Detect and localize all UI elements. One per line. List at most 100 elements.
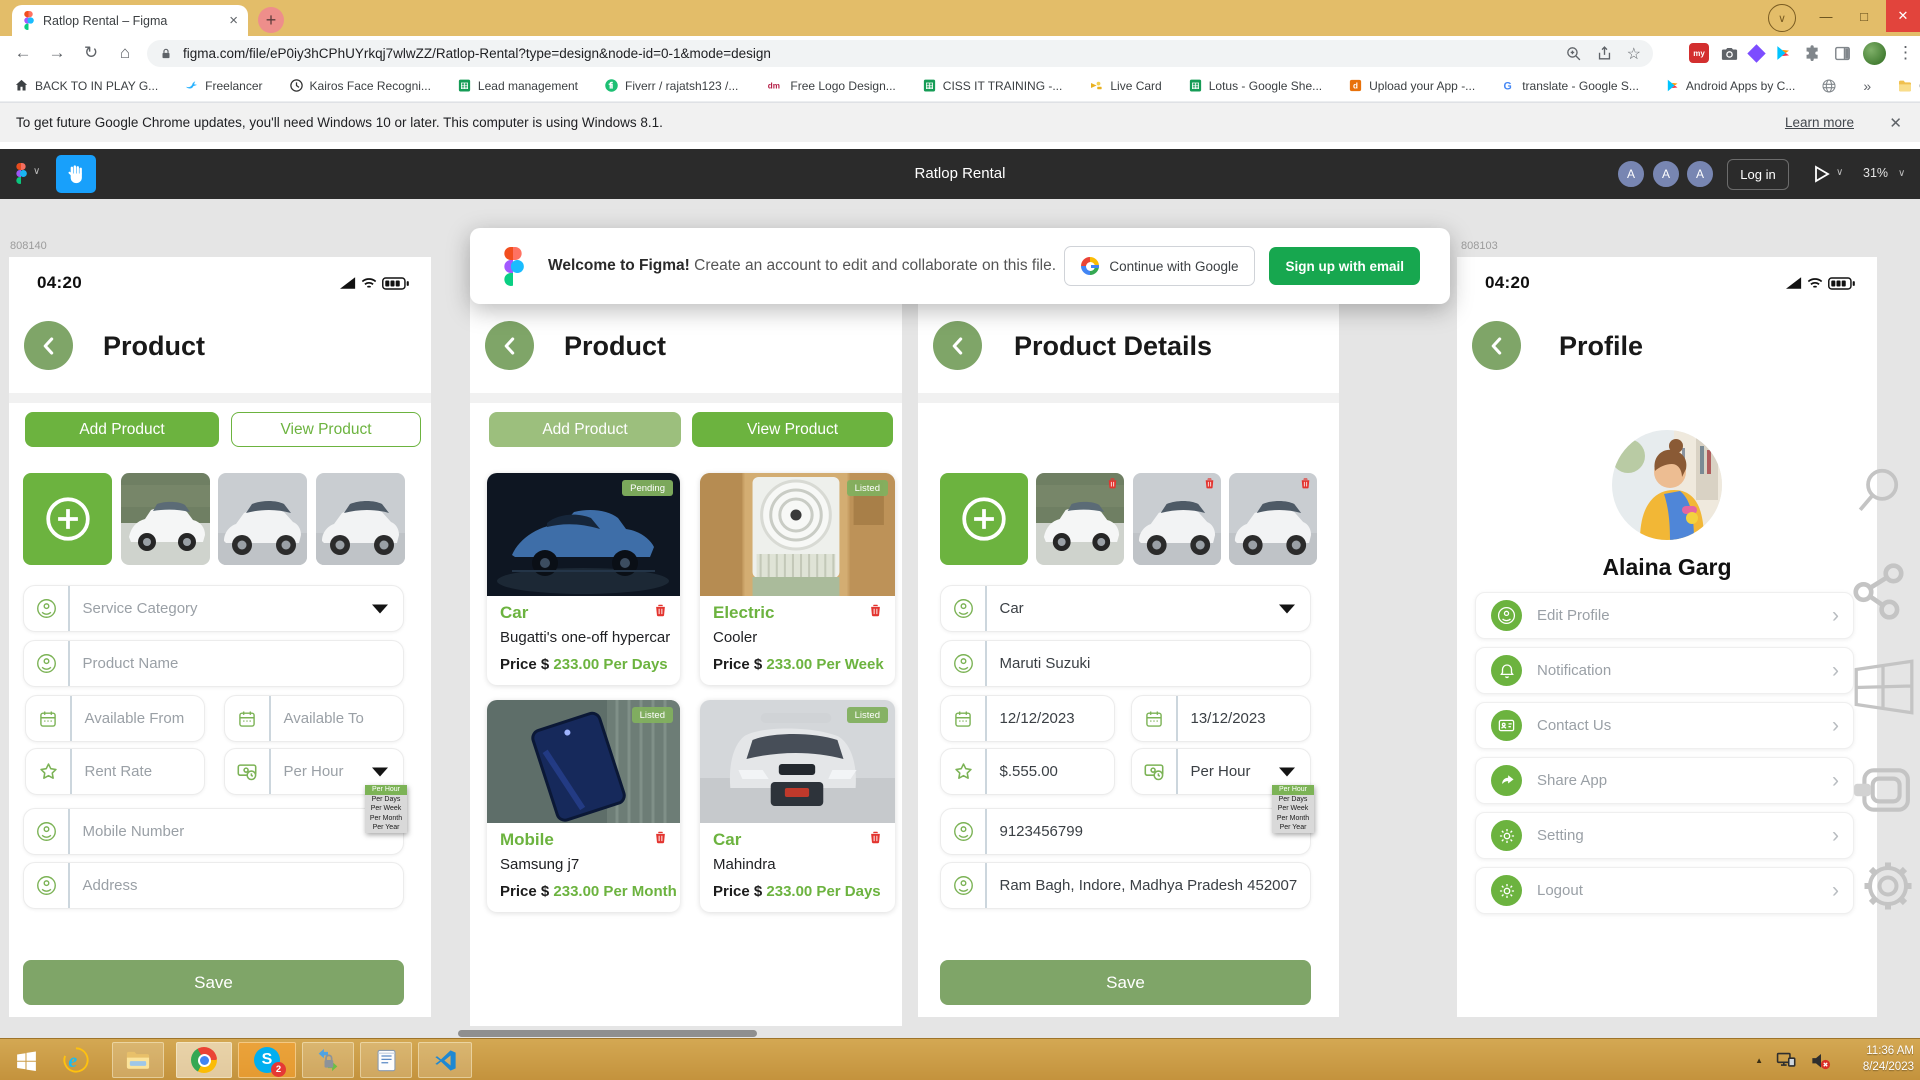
delete-photo-icon[interactable] bbox=[1299, 476, 1312, 490]
menu-item-share-app[interactable]: Share App › bbox=[1475, 757, 1854, 804]
back-button[interactable] bbox=[933, 321, 982, 370]
extension-camera-icon[interactable] bbox=[1720, 44, 1739, 63]
add-image-tile[interactable] bbox=[23, 473, 112, 565]
bookmark-globe-icon[interactable] bbox=[1821, 78, 1837, 94]
product-card[interactable]: Listed Car Mahindra Price $ 233.00 Per D… bbox=[700, 700, 895, 912]
taskbar-clock[interactable]: 11:36 AM 8/24/2023 bbox=[1863, 1043, 1914, 1075]
menu-item-contact-us[interactable]: Contact Us › bbox=[1475, 702, 1854, 749]
delete-icon[interactable] bbox=[868, 602, 883, 618]
product-photo[interactable] bbox=[121, 473, 210, 565]
address-input[interactable]: Address bbox=[23, 862, 404, 909]
dropdown-option[interactable]: Per Hour bbox=[1272, 785, 1314, 795]
taskbar-chrome[interactable] bbox=[176, 1042, 232, 1078]
mobile-number-input[interactable]: Mobile Number bbox=[23, 808, 404, 855]
browser-profile-chevron-icon[interactable]: ∨ bbox=[1768, 4, 1796, 32]
dropdown-option[interactable]: Per Week bbox=[365, 804, 407, 814]
product-card[interactable]: Listed Mobile Samsung j7 Price $ 233.00 … bbox=[487, 700, 680, 912]
tray-caret-icon[interactable]: ▲ bbox=[1755, 1056, 1763, 1065]
share-icon[interactable] bbox=[1596, 45, 1613, 62]
product-name-input[interactable]: Product Name bbox=[23, 640, 404, 687]
taskbar-notepad[interactable] bbox=[360, 1042, 412, 1078]
menu-item-logout[interactable]: Logout › bbox=[1475, 867, 1854, 914]
menu-item-setting[interactable]: Setting › bbox=[1475, 812, 1854, 859]
bookmark-item[interactable]: Fiverr / rajatsh123 /... bbox=[604, 78, 738, 93]
sign-up-with-email-button[interactable]: Sign up with email bbox=[1269, 247, 1420, 285]
profile-avatar[interactable] bbox=[1612, 430, 1722, 540]
add-image-tile[interactable] bbox=[940, 473, 1028, 565]
start-button[interactable] bbox=[4, 1042, 48, 1078]
dropdown-option[interactable]: Per Days bbox=[365, 795, 407, 805]
bookmark-item[interactable]: Lotus - Google She... bbox=[1188, 78, 1322, 93]
taskbar-ie[interactable] bbox=[54, 1042, 98, 1078]
infobar-close-icon[interactable]: ✕ bbox=[1889, 114, 1902, 132]
address-input[interactable]: Ram Bagh, Indore, Madhya Pradesh 452007 bbox=[940, 862, 1311, 909]
product-photo[interactable] bbox=[316, 473, 405, 565]
save-button[interactable]: Save bbox=[940, 960, 1311, 1005]
bookmark-item[interactable]: Lead management bbox=[457, 78, 578, 93]
avatar[interactable]: A bbox=[1686, 160, 1714, 188]
bookmarks-overflow-icon[interactable]: » bbox=[1863, 78, 1871, 94]
other-bookmarks[interactable]: Other bookmarks bbox=[1897, 78, 1920, 94]
available-to-input[interactable]: 13/12/2023 bbox=[1131, 695, 1311, 742]
bookmark-item[interactable]: BACK TO IN PLAY G... bbox=[14, 78, 158, 93]
category-select[interactable]: Car bbox=[940, 585, 1311, 632]
reload-icon[interactable]: ↻ bbox=[74, 43, 108, 63]
dropdown-option[interactable]: Per Year bbox=[365, 823, 407, 833]
rent-rate-input[interactable]: $.555.00 bbox=[940, 748, 1115, 795]
frame-product-details[interactable]: 04:20 Product Details Car Maruti Suzuki … bbox=[918, 257, 1339, 1017]
taskbar-remote[interactable] bbox=[302, 1042, 354, 1078]
bookmark-item[interactable]: Kairos Face Recogni... bbox=[289, 78, 431, 93]
available-to-input[interactable]: Available To bbox=[224, 695, 404, 742]
extension-my-icon[interactable]: my bbox=[1689, 43, 1709, 63]
save-button[interactable]: Save bbox=[23, 960, 404, 1005]
delete-photo-icon[interactable] bbox=[1106, 476, 1119, 490]
extension-play-icon[interactable] bbox=[1774, 44, 1792, 62]
delete-icon[interactable] bbox=[868, 829, 883, 845]
add-product-button[interactable]: Add Product bbox=[25, 412, 219, 447]
window-close-button[interactable]: ✕ bbox=[1886, 0, 1920, 32]
service-category-select[interactable]: Service Category bbox=[23, 585, 404, 632]
menu-item-notification[interactable]: Notification › bbox=[1475, 647, 1854, 694]
frame-label[interactable]: 808103 bbox=[1461, 240, 1498, 252]
product-name-input[interactable]: Maruti Suzuki bbox=[940, 640, 1311, 687]
bookmark-item[interactable]: translate - Google S... bbox=[1501, 78, 1639, 93]
taskbar-explorer[interactable] bbox=[112, 1042, 164, 1078]
product-photo[interactable] bbox=[218, 473, 307, 565]
present-chevron-icon[interactable]: ∨ bbox=[1836, 167, 1843, 178]
present-play-icon[interactable] bbox=[1813, 165, 1830, 183]
product-card[interactable]: Listed Electric Cooler Price $ 233.00 Pe… bbox=[700, 473, 895, 685]
taskbar-skype[interactable]: S 2 bbox=[238, 1042, 296, 1078]
extensions-puzzle-icon[interactable] bbox=[1803, 44, 1822, 63]
dropdown-option[interactable]: Per Week bbox=[1272, 804, 1314, 814]
address-bar[interactable]: figma.com/file/eP0iy3hCPhUYrkqj7wlwZZ/Ra… bbox=[147, 40, 1653, 67]
window-maximize-button[interactable]: □ bbox=[1846, 0, 1882, 32]
window-minimize-button[interactable]: — bbox=[1808, 0, 1844, 32]
zoom-chevron-icon[interactable]: ∨ bbox=[1898, 168, 1905, 179]
avatar[interactable]: A bbox=[1652, 160, 1680, 188]
view-product-button[interactable]: View Product bbox=[231, 412, 421, 447]
bookmark-item[interactable]: Upload your App -... bbox=[1348, 78, 1475, 93]
home-icon[interactable]: ⌂ bbox=[108, 43, 142, 63]
frame-product-list[interactable]: 04:20 Product Add Product View Product P… bbox=[470, 257, 902, 1026]
bookmark-item[interactable]: Free Logo Design... bbox=[764, 78, 895, 93]
dropdown-option[interactable]: Per Hour bbox=[365, 785, 407, 795]
back-button[interactable] bbox=[24, 321, 73, 370]
url-text[interactable]: figma.com/file/eP0iy3hCPhUYrkqj7wlwZZ/Ra… bbox=[183, 46, 1551, 61]
dropdown-option[interactable]: Per Month bbox=[1272, 814, 1314, 824]
frame-profile[interactable]: 04:20 Profile Alaina Garg Edit Profile ›… bbox=[1457, 257, 1877, 1017]
tab-close-icon[interactable]: × bbox=[229, 12, 238, 29]
available-from-input[interactable]: Available From bbox=[25, 695, 205, 742]
dropdown-option[interactable]: Per Year bbox=[1272, 823, 1314, 833]
rent-rate-input[interactable]: Rent Rate bbox=[25, 748, 205, 795]
add-product-button[interactable]: Add Product bbox=[489, 412, 681, 447]
delete-icon[interactable] bbox=[653, 829, 668, 845]
volume-muted-icon[interactable] bbox=[1809, 1049, 1832, 1072]
back-icon[interactable]: ← bbox=[6, 43, 40, 63]
login-button[interactable]: Log in bbox=[1727, 159, 1789, 190]
taskbar-vscode[interactable] bbox=[418, 1042, 472, 1078]
back-button[interactable] bbox=[1472, 321, 1521, 370]
browser-tab[interactable]: Ratlop Rental – Figma × bbox=[12, 5, 248, 36]
back-button[interactable] bbox=[485, 321, 534, 370]
delete-photo-icon[interactable] bbox=[1203, 476, 1216, 490]
delete-icon[interactable] bbox=[653, 602, 668, 618]
